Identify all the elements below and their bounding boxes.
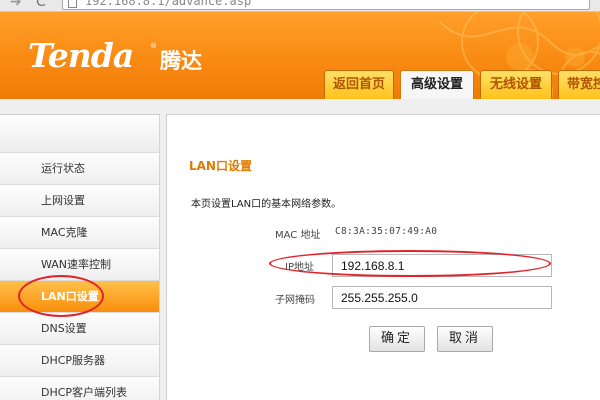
sidebar-item-dhcp-client-list[interactable]: DHCP客户端列表 (0, 377, 159, 400)
tab-wireless-settings[interactable]: 无线设置 (480, 70, 552, 99)
sidebar-header (0, 115, 159, 153)
mac-address-value: C8:3A:35:07:49:A0 (335, 226, 438, 237)
sidebar-item-lan-settings[interactable]: LAN口设置 (0, 281, 159, 313)
ip-address-label: IP地址 (285, 262, 314, 273)
address-bar[interactable]: 192.168.8.1/advance.asp (62, 0, 590, 10)
forward-arrow-icon[interactable]: ➜ (10, 0, 22, 10)
subnet-mask-input[interactable] (332, 286, 552, 309)
cancel-button[interactable]: 取消 (437, 326, 493, 352)
page-title: LAN口设置 (189, 159, 252, 173)
tenda-logo-chinese: 腾达 (160, 49, 202, 73)
confirm-button[interactable]: 确定 (369, 326, 425, 352)
page-description: 本页设置LAN口的基本网络参数。 (191, 199, 342, 210)
sidebar-item-internet-settings[interactable]: 上网设置 (0, 185, 159, 217)
sidebar-item-mac-clone[interactable]: MAC克隆 (0, 217, 159, 249)
lan-settings-panel: LAN口设置 本页设置LAN口的基本网络参数。 MAC 地址 C8:3A:35:… (166, 114, 600, 400)
sidebar-item-dns-settings[interactable]: DNS设置 (0, 313, 159, 345)
mac-address-label: MAC 地址 (275, 230, 321, 241)
tab-advanced-settings[interactable]: 高级设置 (400, 70, 474, 99)
sidebar-item-wan-rate-control[interactable]: WAN速率控制 (0, 249, 159, 281)
tab-home[interactable]: 返回首页 (324, 70, 394, 99)
registered-mark-icon: ® (150, 42, 157, 50)
subnet-mask-label: 子网掩码 (275, 295, 315, 306)
sidebar-item-dhcp-server[interactable]: DHCP服务器 (0, 345, 159, 377)
sidebar: 运行状态 上网设置 MAC克隆 WAN速率控制 LAN口设置 DNS设置 DHC… (0, 114, 160, 400)
tab-bandwidth-control[interactable]: 带宽控 (558, 70, 600, 99)
tenda-logo: Tenda (28, 36, 134, 75)
browser-toolbar: ➜ C 192.168.8.1/advance.asp (0, 0, 600, 12)
reload-icon[interactable]: C (36, 0, 46, 10)
sidebar-item-run-status[interactable]: 运行状态 (0, 153, 159, 185)
page-icon (68, 0, 77, 8)
ip-address-input[interactable] (332, 254, 552, 277)
router-header: Tenda ® 腾达 返回首页 高级设置 无线设置 带宽控 (0, 12, 600, 99)
address-bar-url: 192.168.8.1/advance.asp (85, 0, 252, 8)
